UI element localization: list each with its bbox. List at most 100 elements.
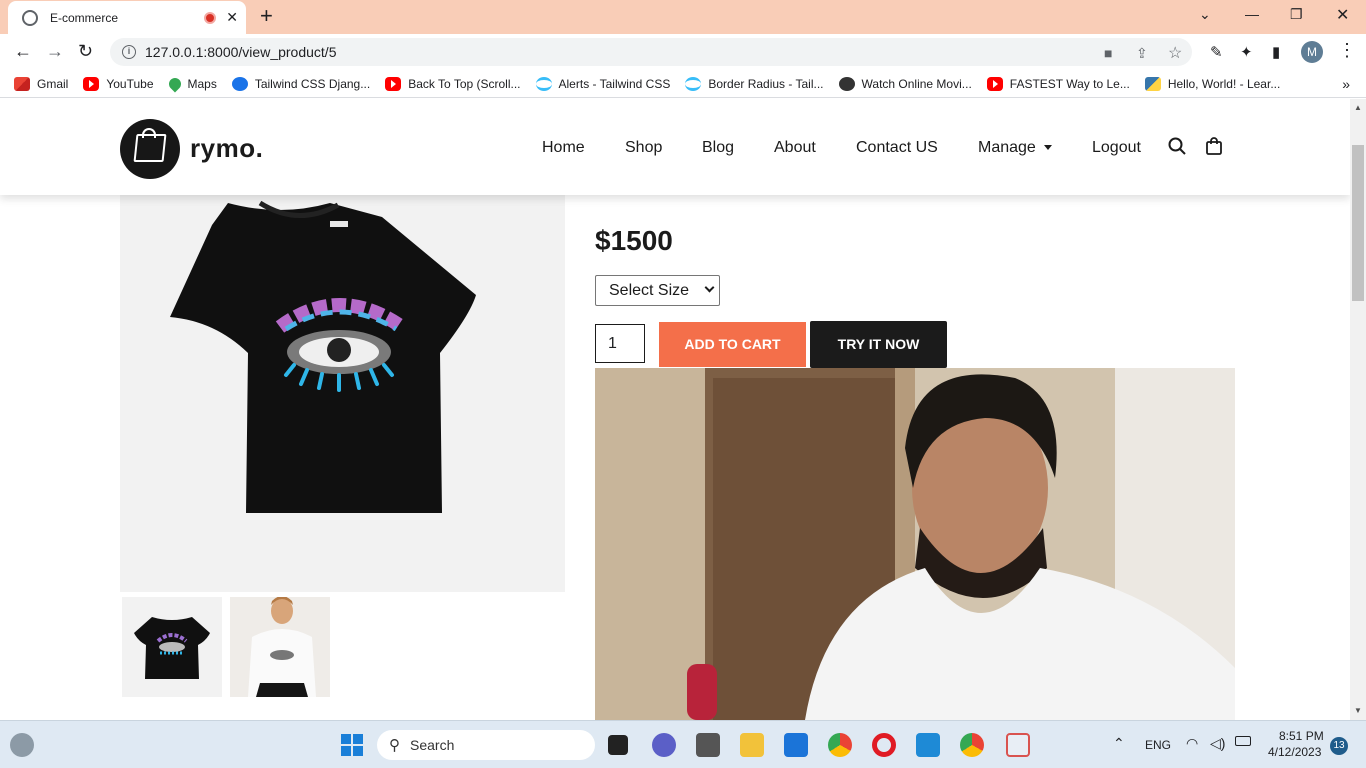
close-tab-icon[interactable]: ✕ bbox=[226, 9, 238, 26]
browser-toolbar: ← → ↻ i 127.0.0.1:8000/view_product/5 ■ … bbox=[0, 34, 1366, 70]
notification-badge[interactable]: 13 bbox=[1330, 737, 1348, 755]
show-hidden-icons-icon[interactable]: ⌃ bbox=[1113, 735, 1125, 752]
tailwind-icon bbox=[535, 76, 552, 91]
nav-manage-label: Manage bbox=[978, 139, 1036, 156]
chevron-down-icon bbox=[704, 282, 715, 293]
bookmark-tailwind-django[interactable]: Tailwind CSS Djang... bbox=[231, 76, 370, 91]
gmail-icon bbox=[14, 76, 30, 91]
recording-icon bbox=[204, 11, 217, 24]
bookmark-label: Maps bbox=[187, 76, 217, 91]
page-scrollbar[interactable]: ▲ ▼ bbox=[1350, 99, 1366, 720]
taskbar: ⚲ Search ⌃ ENG ◠ ◁) 8:51 PM 4/12/2023 13 bbox=[0, 720, 1366, 768]
database-icon[interactable] bbox=[696, 733, 720, 757]
bookmark-gmail[interactable]: Gmail bbox=[14, 76, 68, 91]
scroll-up-icon[interactable]: ▲ bbox=[1354, 103, 1362, 112]
reload-icon[interactable]: ↻ bbox=[78, 42, 93, 60]
search-icon[interactable] bbox=[1168, 137, 1186, 155]
nav-home[interactable]: Home bbox=[542, 139, 585, 157]
bookmark-maps[interactable]: Maps bbox=[166, 75, 217, 92]
quantity-input[interactable]: 1 bbox=[595, 324, 645, 363]
file-explorer-icon[interactable] bbox=[740, 733, 764, 757]
taskbar-search[interactable]: ⚲ Search bbox=[377, 730, 595, 760]
task-view-icon[interactable] bbox=[608, 735, 628, 755]
model-thumbnail-image bbox=[230, 596, 330, 697]
puzzle-icon[interactable]: ✦ bbox=[1240, 43, 1253, 61]
mail-icon[interactable] bbox=[784, 733, 808, 757]
battery-icon[interactable] bbox=[1235, 736, 1251, 746]
nav-shop[interactable]: Shop bbox=[625, 139, 662, 157]
product-thumbnail[interactable] bbox=[230, 596, 330, 697]
chrome-icon[interactable] bbox=[828, 733, 852, 757]
new-tab-button[interactable]: + bbox=[260, 5, 273, 27]
clock-date[interactable]: 4/12/2023 bbox=[1268, 745, 1321, 759]
close-window-button[interactable]: ✕ bbox=[1336, 5, 1349, 25]
nav-contact[interactable]: Contact US bbox=[856, 139, 938, 157]
language-indicator[interactable]: ENG bbox=[1145, 738, 1171, 752]
wifi-icon[interactable]: ◠ bbox=[1186, 735, 1198, 752]
bookmark-border-radius[interactable]: Border Radius - Tail... bbox=[685, 76, 824, 91]
restore-button[interactable]: ❐ bbox=[1290, 6, 1303, 23]
youtube-icon bbox=[986, 76, 1003, 91]
camera-icon[interactable]: ■ bbox=[1104, 45, 1112, 61]
size-select[interactable]: Select Size bbox=[595, 275, 720, 306]
back-icon[interactable]: ← bbox=[14, 42, 32, 60]
try-it-now-button[interactable]: TRY IT NOW bbox=[810, 321, 947, 368]
brand-name[interactable]: rymo. bbox=[190, 133, 263, 164]
tab-search-icon[interactable]: ⌄ bbox=[1199, 6, 1211, 23]
windows-start-icon[interactable] bbox=[340, 733, 364, 757]
share-icon[interactable]: ⇪ bbox=[1136, 45, 1148, 62]
tailwind-icon bbox=[685, 76, 702, 91]
youtube-icon bbox=[385, 76, 402, 91]
forward-icon[interactable]: → bbox=[46, 42, 64, 60]
play-icon bbox=[231, 76, 248, 91]
side-panel-icon[interactable]: ▮ bbox=[1272, 43, 1280, 61]
minimize-button[interactable]: — bbox=[1245, 6, 1259, 22]
widgets-icon[interactable] bbox=[10, 733, 34, 757]
site-info-icon[interactable]: i bbox=[122, 45, 136, 59]
browser-tab[interactable]: E-commerce ✕ bbox=[8, 1, 246, 34]
scroll-down-icon[interactable]: ▼ bbox=[1354, 706, 1362, 715]
menu-icon[interactable]: ⋮ bbox=[1338, 40, 1356, 61]
more-bookmarks-icon[interactable]: » bbox=[1342, 76, 1350, 92]
vscode-icon[interactable] bbox=[916, 733, 940, 757]
globe-icon bbox=[22, 9, 38, 26]
product-main-image[interactable] bbox=[120, 195, 565, 592]
chrome-profile-icon[interactable] bbox=[960, 733, 984, 757]
bookmark-hello-world[interactable]: Hello, World! - Lear... bbox=[1144, 76, 1281, 91]
taskbar-search-placeholder: Search bbox=[410, 737, 455, 753]
address-bar[interactable]: i 127.0.0.1:8000/view_product/5 bbox=[110, 38, 1192, 66]
tab-strip: E-commerce ✕ + ⌄ — ❐ ✕ bbox=[0, 0, 1366, 34]
shopping-bag-icon[interactable] bbox=[1206, 137, 1222, 155]
webcam-feed bbox=[595, 368, 1235, 720]
snipping-tool-icon[interactable] bbox=[1006, 733, 1030, 757]
extension-icon[interactable]: ✎ bbox=[1210, 43, 1223, 61]
nav-manage-dropdown[interactable]: Manage bbox=[978, 139, 1052, 157]
clock-time[interactable]: 8:51 PM bbox=[1279, 729, 1324, 743]
nav-logout[interactable]: Logout bbox=[1092, 139, 1141, 157]
tab-title: E-commerce bbox=[50, 10, 119, 25]
product-thumbnail[interactable] bbox=[122, 597, 222, 697]
caret-down-icon bbox=[1043, 145, 1052, 151]
add-to-cart-button[interactable]: ADD TO CART bbox=[659, 322, 806, 367]
bookmark-label: YouTube bbox=[106, 76, 154, 91]
bookmark-watch-movies[interactable]: Watch Online Movi... bbox=[838, 76, 972, 91]
scrollbar-thumb[interactable] bbox=[1352, 145, 1364, 301]
bookmark-label: FASTEST Way to Le... bbox=[1009, 76, 1130, 91]
profile-avatar[interactable]: M bbox=[1301, 41, 1323, 63]
nav-blog[interactable]: Blog bbox=[702, 139, 734, 157]
shopping-bag-logo-icon[interactable] bbox=[120, 119, 180, 179]
youtube-icon bbox=[83, 76, 100, 91]
opera-icon[interactable] bbox=[872, 733, 896, 757]
bookmark-alerts[interactable]: Alerts - Tailwind CSS bbox=[535, 76, 671, 91]
bookmark-label: Alerts - Tailwind CSS bbox=[558, 76, 671, 91]
bookmark-back-to-top[interactable]: Back To Top (Scroll... bbox=[385, 76, 521, 91]
bookmark-label: Hello, World! - Lear... bbox=[1167, 76, 1281, 91]
bookmark-star-icon[interactable]: ☆ bbox=[1168, 43, 1182, 63]
chat-icon[interactable] bbox=[652, 733, 676, 757]
volume-icon[interactable]: ◁) bbox=[1210, 735, 1225, 752]
bookmark-fastest-way[interactable]: FASTEST Way to Le... bbox=[986, 76, 1130, 91]
product-price: $1500 bbox=[595, 225, 673, 256]
bookmark-youtube[interactable]: YouTube bbox=[83, 76, 154, 91]
maps-icon bbox=[166, 75, 183, 92]
nav-about[interactable]: About bbox=[774, 139, 816, 157]
